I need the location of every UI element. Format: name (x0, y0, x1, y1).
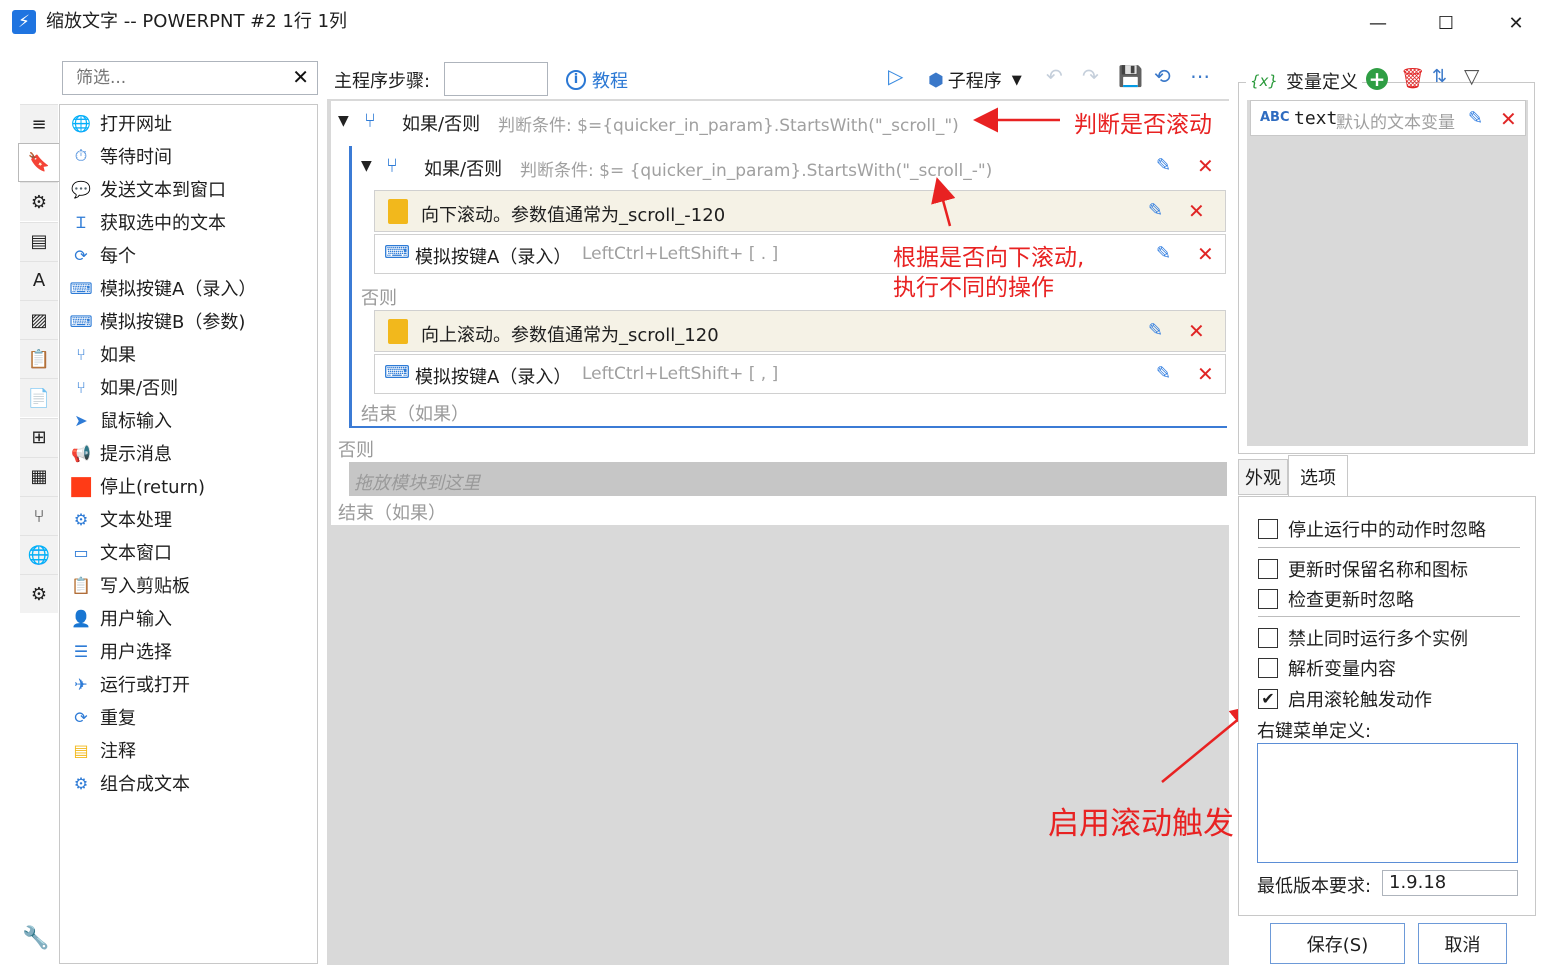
variable-icon: {x} (1250, 72, 1278, 90)
save-button[interactable]: 保存(S) (1270, 923, 1405, 964)
checkbox[interactable] (1258, 589, 1278, 609)
variables-header: {x} 变量定义 (1246, 68, 1362, 94)
context-menu-input[interactable] (1257, 743, 1518, 863)
variable-description: 默认的文本变量 (1336, 113, 1455, 133)
option-label: 启用滚轮触发动作 (1288, 690, 1432, 711)
filter-icon[interactable]: ▽ (1464, 64, 1479, 88)
add-variable-icon[interactable]: + (1366, 68, 1388, 90)
option-checkbox-row[interactable]: 解析变量内容 (1258, 655, 1396, 681)
min-version-label: 最低版本要求: (1257, 876, 1372, 897)
tab-options[interactable]: 选项 (1288, 455, 1348, 497)
divider (1258, 616, 1520, 617)
tab-appearance[interactable]: 外观 (1238, 459, 1288, 495)
option-label: 解析变量内容 (1288, 659, 1396, 680)
option-checkbox-row[interactable]: 停止运行中的动作时忽略 (1258, 516, 1486, 542)
variable-list (1247, 100, 1528, 446)
divider (1258, 547, 1520, 548)
option-checkbox-row[interactable]: 检查更新时忽略 (1258, 586, 1414, 612)
option-label: 更新时保留名称和图标 (1288, 560, 1468, 581)
option-checkbox-row[interactable]: 更新时保留名称和图标 (1258, 556, 1468, 582)
delete-icon[interactable]: ✕ (1500, 107, 1517, 131)
cancel-button[interactable]: 取消 (1418, 923, 1507, 964)
option-label: 检查更新时忽略 (1288, 590, 1414, 611)
checkbox[interactable] (1258, 658, 1278, 678)
annotation-check-scroll: 判断是否滚动 (1074, 112, 1212, 138)
annotation-branch-line1: 根据是否向下滚动, (893, 245, 1085, 271)
trash-icon[interactable]: 🗑 (1400, 66, 1425, 90)
context-menu-label: 右键菜单定义: (1257, 721, 1372, 742)
option-label: 停止运行中的动作时忽略 (1288, 520, 1486, 541)
variable-name: text (1294, 108, 1338, 129)
checkbox[interactable] (1258, 559, 1278, 579)
annotation-branch-line2: 执行不同的操作 (893, 275, 1054, 301)
sort-az-icon[interactable]: ⇅ (1432, 66, 1447, 87)
checkbox[interactable] (1258, 628, 1278, 648)
option-label: 禁止同时运行多个实例 (1288, 629, 1468, 650)
min-version-input[interactable]: 1.9.18 (1382, 870, 1518, 896)
checked-checkbox[interactable]: ✔ (1258, 689, 1278, 709)
option-checkbox-row[interactable]: ✔ 启用滚轮触发动作 (1258, 686, 1432, 712)
edit-icon[interactable]: ✎ (1468, 108, 1483, 129)
text-type-icon: ABC (1260, 110, 1290, 125)
checkbox[interactable] (1258, 519, 1278, 539)
annotation-enable-scroll: 启用滚动触发 (1048, 806, 1234, 842)
option-checkbox-row[interactable]: 禁止同时运行多个实例 (1258, 625, 1468, 651)
